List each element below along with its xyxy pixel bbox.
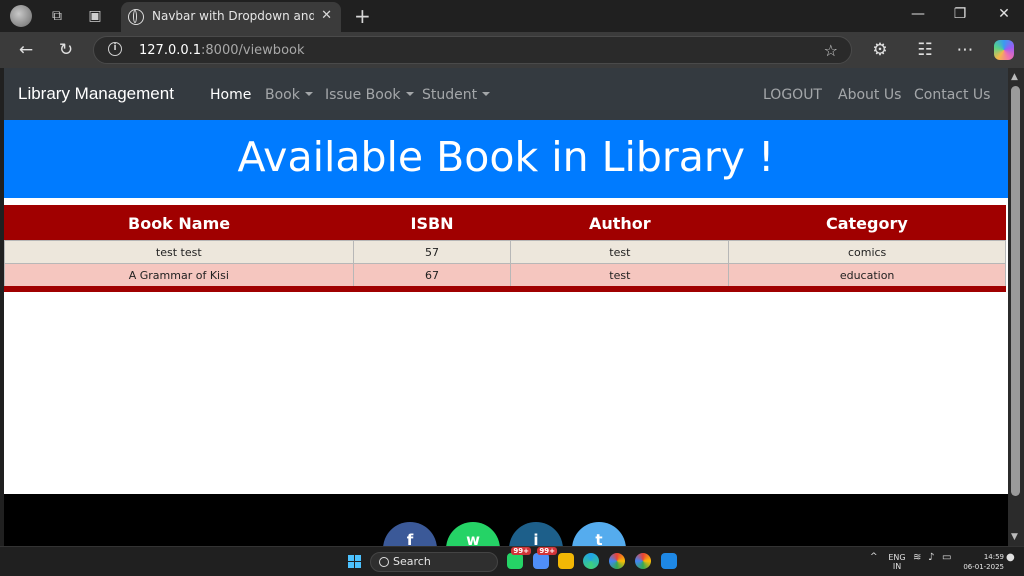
whatsapp-icon[interactable]: w: [446, 522, 500, 546]
clock-date: 06-01-2025: [963, 563, 1004, 571]
twitter-icon[interactable]: t: [572, 522, 626, 546]
page-title: Available Book in Library !: [237, 133, 775, 181]
cell-isbn: 67: [352, 263, 512, 292]
chrome-profile-icon[interactable]: [635, 553, 651, 569]
facebook-icon[interactable]: f: [383, 522, 437, 546]
window-close-button[interactable]: ✕: [994, 6, 1014, 22]
twitter-glyph: t: [595, 531, 603, 546]
copilot-icon[interactable]: [994, 40, 1014, 60]
extensions-icon[interactable]: ⚙: [870, 40, 890, 60]
site-footer: f w i t: [4, 494, 1008, 546]
whatsapp-glyph: w: [466, 531, 480, 546]
cell-category: comics: [728, 240, 1006, 264]
notification-bell-icon[interactable]: ●: [1006, 553, 1015, 563]
file-explorer-icon[interactable]: [558, 553, 574, 569]
windows-start-icon[interactable]: [348, 555, 362, 569]
nav-issue-book-label: Issue Book: [325, 87, 401, 103]
favorite-star-icon[interactable]: ☆: [824, 41, 838, 60]
url-text: 127.0.0.1:8000/viewbook: [139, 43, 305, 58]
lang-top: ENG: [888, 553, 906, 562]
nav-home[interactable]: Home: [210, 87, 251, 103]
scroll-up-icon[interactable]: ▲: [1011, 72, 1018, 82]
cell-category: education: [728, 263, 1006, 292]
nav-student-dropdown[interactable]: Student: [422, 87, 491, 103]
books-table: Book Name ISBN Author Category test test…: [4, 205, 1006, 292]
nav-book-dropdown[interactable]: Book: [265, 87, 313, 103]
back-arrow-icon[interactable]: ←: [16, 40, 36, 60]
volume-icon[interactable]: ♪: [928, 553, 934, 563]
scrollbar-thumb[interactable]: [1011, 86, 1020, 496]
search-icon: [379, 557, 389, 567]
site-navbar: Library Management Home Book Issue Book …: [4, 68, 1008, 120]
vscode-icon[interactable]: [661, 553, 677, 569]
caret-down-icon: [482, 92, 491, 96]
windows-taskbar: Search 99+ 99+ ^ ENG IN ≋ ♪ ▭ 14:59 06-01-…: [0, 546, 1024, 576]
taskbar-search[interactable]: Search: [370, 552, 498, 572]
table-row: test test 57 test comics: [4, 240, 1006, 264]
cell-book-name: A Grammar of Kisi: [4, 263, 354, 292]
nav-about-us[interactable]: About Us: [838, 87, 901, 103]
facebook-glyph: f: [406, 531, 414, 546]
minimize-button[interactable]: —: [908, 6, 928, 22]
nav-logout[interactable]: LOGOUT: [763, 87, 822, 103]
nav-issue-book-dropdown[interactable]: Issue Book: [325, 87, 414, 103]
cell-author: test: [510, 240, 730, 264]
hero-banner: Available Book in Library !: [4, 120, 1008, 198]
favorites-icon[interactable]: ☷: [915, 40, 935, 60]
tab-title: Navbar with Dropdown and Searc: [152, 9, 314, 23]
whatsapp-taskbar-icon[interactable]: 99+: [507, 547, 531, 569]
browser-tab-strip: ⧉ ▣ Navbar with Dropdown and Searc ✕ + —…: [0, 0, 1024, 32]
lang-bottom: IN: [892, 562, 902, 571]
refresh-icon[interactable]: ↻: [56, 40, 76, 60]
tab-close-icon[interactable]: ✕: [321, 8, 332, 23]
taskbar-search-label: Search: [393, 555, 431, 568]
address-bar[interactable]: i 127.0.0.1:8000/viewbook ☆: [93, 36, 852, 64]
url-host: 127.0.0.1: [139, 43, 202, 58]
header-category: Category: [825, 213, 908, 233]
instagram-glyph: i: [533, 531, 539, 546]
more-menu-icon[interactable]: ⋯: [955, 40, 975, 60]
browser-tab-active[interactable]: Navbar with Dropdown and Searc ✕: [121, 2, 341, 32]
cell-isbn: 57: [352, 240, 512, 264]
taskbar-clock[interactable]: 14:59 06-01-2025: [958, 552, 1004, 572]
navbar-brand[interactable]: Library Management: [18, 84, 174, 104]
chrome-icon[interactable]: [609, 553, 625, 569]
edge-icon[interactable]: [583, 553, 599, 569]
profile-avatar[interactable]: [10, 5, 32, 27]
header-isbn: ISBN: [410, 213, 454, 233]
restore-button[interactable]: ❐: [950, 6, 970, 22]
cell-author: test: [510, 263, 730, 292]
nav-student-label: Student: [422, 87, 478, 103]
header-book-name: Book Name: [128, 213, 231, 233]
browser-taskbar-icon[interactable]: 99+: [533, 547, 557, 569]
caret-down-icon: [304, 92, 313, 96]
whatsapp-badge: 99+: [511, 547, 531, 555]
page-scrollbar[interactable]: ▲ ▼: [1008, 68, 1024, 546]
header-author: Author: [588, 213, 651, 233]
workspaces-icon[interactable]: ⧉: [48, 7, 66, 25]
url-path: :8000/viewbook: [201, 43, 305, 58]
cell-book-name: test test: [4, 240, 354, 264]
tray-expand-icon[interactable]: ^: [870, 553, 878, 562]
browser-badge: 99+: [537, 547, 557, 555]
wifi-icon[interactable]: ≋: [913, 553, 921, 563]
site-info-icon[interactable]: i: [108, 42, 122, 56]
language-indicator[interactable]: ENG IN: [888, 553, 906, 571]
scroll-down-icon[interactable]: ▼: [1011, 532, 1018, 542]
nav-book-label: Book: [265, 87, 300, 103]
globe-icon: [128, 9, 144, 25]
caret-down-icon: [405, 92, 414, 96]
instagram-icon[interactable]: i: [509, 522, 563, 546]
table-row: A Grammar of Kisi 67 test education: [4, 263, 1006, 292]
nav-contact-us[interactable]: Contact Us: [914, 87, 990, 103]
tab-actions-icon[interactable]: ▣: [86, 7, 104, 25]
browser-toolbar: ← ↻ i 127.0.0.1:8000/viewbook ☆ ⚙ ☷ ⋯: [0, 32, 1024, 68]
battery-icon[interactable]: ▭: [942, 553, 951, 563]
clock-time: 14:59: [983, 553, 1004, 561]
web-page: Library Management Home Book Issue Book …: [4, 68, 1008, 546]
table-header-row: Book Name ISBN Author Category: [5, 206, 1006, 241]
new-tab-button[interactable]: +: [354, 4, 371, 28]
